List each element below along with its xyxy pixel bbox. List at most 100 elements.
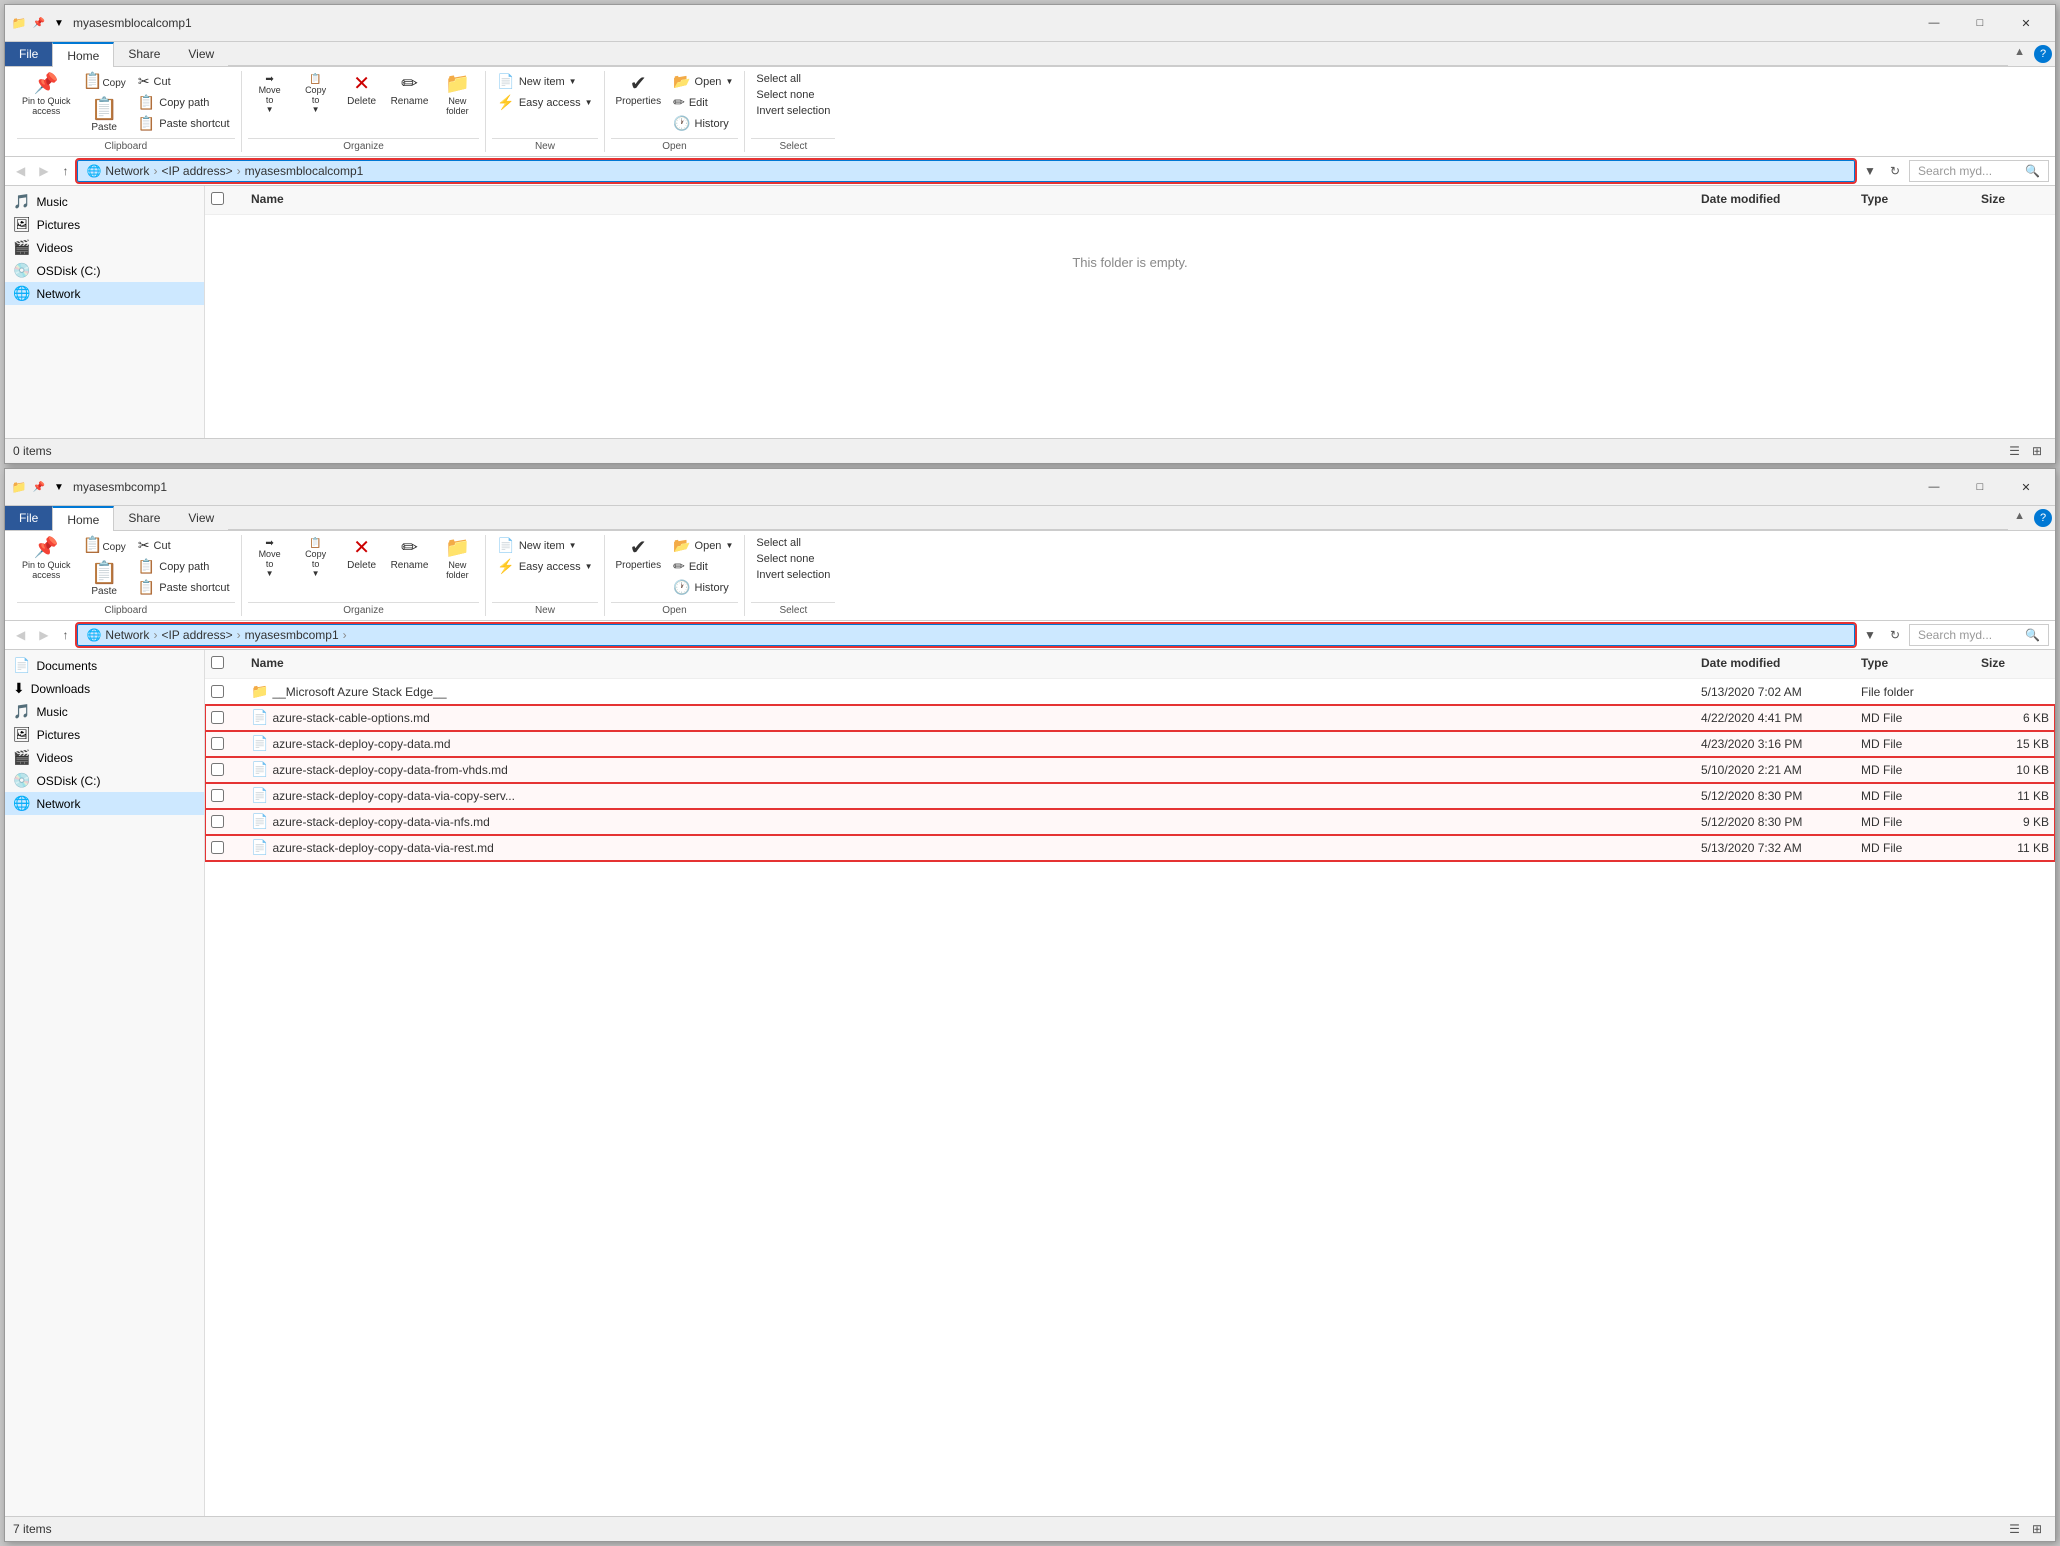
edit-btn-2[interactable]: ✏ Edit	[668, 556, 738, 577]
select-all-btn-1[interactable]: Select all	[751, 71, 835, 87]
address-path-2[interactable]: 🌐 Network › <IP address> › myasesmbcomp1…	[77, 624, 1855, 646]
copy-path-btn-1[interactable]: 📋 Copy path	[133, 92, 235, 113]
row-checkbox-4[interactable]	[205, 783, 245, 808]
help-icon-1[interactable]: ?	[2034, 45, 2052, 63]
sidebar-item-documents-2[interactable]: 📄 Documents	[5, 654, 204, 677]
col-name-2[interactable]: Name	[245, 654, 1695, 674]
copy-path-btn-2[interactable]: 📋 Copy path	[133, 556, 235, 577]
select-all-btn-2[interactable]: Select all	[751, 535, 835, 551]
history-btn-1[interactable]: 🕐 History	[668, 113, 738, 134]
view-list-btn-1[interactable]: ☰	[2004, 441, 2025, 461]
sidebar-item-videos-1[interactable]: 🎬 Videos	[5, 236, 204, 259]
copy-to-btn-1[interactable]: 📋 Copy to ▼	[294, 71, 338, 117]
address-path-1[interactable]: 🌐 Network › <IP address> › myasesmblocal…	[77, 160, 1855, 182]
row-checkbox-5[interactable]	[205, 809, 245, 834]
col-size-1[interactable]: Size	[1975, 190, 2055, 210]
table-row[interactable]: 📄 azure-stack-deploy-copy-data-from-vhds…	[205, 757, 2055, 783]
up-btn-2[interactable]: ↑	[57, 625, 73, 645]
row-checkbox-3[interactable]	[205, 757, 245, 782]
history-btn-2[interactable]: 🕐 History	[668, 577, 738, 598]
view-details-btn-1[interactable]: ⊞	[2027, 441, 2047, 461]
new-item-btn-1[interactable]: 📄 New item ▼	[492, 71, 597, 92]
row-checkbox-6[interactable]	[205, 835, 245, 860]
search-box-1[interactable]: Search myd... 🔍	[1909, 160, 2049, 182]
properties-btn-1[interactable]: ✔ Properties	[611, 71, 667, 110]
sidebar-item-osdisk-2[interactable]: 💿 OSDisk (C:)	[5, 769, 204, 792]
back-btn-1[interactable]: ◀	[11, 161, 30, 181]
table-row[interactable]: 📄 azure-stack-deploy-copy-data-via-copy-…	[205, 783, 2055, 809]
col-size-2[interactable]: Size	[1975, 654, 2055, 674]
col-date-1[interactable]: Date modified	[1695, 190, 1855, 210]
cut-btn-2[interactable]: ✂ Cut	[133, 535, 235, 556]
copy-btn-2[interactable]: 📋 Copy	[78, 535, 131, 559]
tab-view-1[interactable]: View	[174, 42, 228, 66]
edit-btn-1[interactable]: ✏ Edit	[668, 92, 738, 113]
forward-btn-2[interactable]: ▶	[34, 625, 53, 645]
maximize-button-1[interactable]: □	[1957, 9, 2003, 37]
row-checkbox-2[interactable]	[205, 731, 245, 756]
col-type-1[interactable]: Type	[1855, 190, 1975, 210]
back-btn-2[interactable]: ◀	[11, 625, 30, 645]
table-row[interactable]: 📄 azure-stack-deploy-copy-data-via-rest.…	[205, 835, 2055, 861]
sidebar-item-network-2[interactable]: 🌐 Network	[5, 792, 204, 815]
cut-btn-1[interactable]: ✂ Cut	[133, 71, 235, 92]
sidebar-item-osdisk-1[interactable]: 💿 OSDisk (C:)	[5, 259, 204, 282]
delete-btn-2[interactable]: ✕ Delete	[340, 535, 384, 574]
copy-btn-1[interactable]: 📋 Copy	[78, 71, 131, 95]
easy-access-btn-2[interactable]: ⚡ Easy access ▼	[492, 556, 597, 577]
table-row[interactable]: 📄 azure-stack-deploy-copy-data.md 4/23/2…	[205, 731, 2055, 757]
minimize-button-1[interactable]: —	[1911, 9, 1957, 37]
row-checkbox-0[interactable]	[205, 679, 245, 704]
table-row[interactable]: 📁 __Microsoft Azure Stack Edge__ 5/13/20…	[205, 679, 2055, 705]
open-btn-1[interactable]: 📂 Open ▼	[668, 71, 738, 92]
col-date-2[interactable]: Date modified	[1695, 654, 1855, 674]
select-all-checkbox-1[interactable]	[211, 192, 224, 205]
tab-view-2[interactable]: View	[174, 506, 228, 530]
pin-quick-access-btn-2[interactable]: 📌 Pin to Quick access	[17, 535, 76, 583]
paste-btn-2[interactable]: 📋 Paste	[78, 559, 131, 600]
ribbon-collapse-2[interactable]: ▲	[2008, 506, 2031, 530]
sidebar-item-network-1[interactable]: 🌐 Network	[5, 282, 204, 305]
dropdown-btn-1[interactable]: ▼	[1859, 161, 1881, 181]
paste-btn-1[interactable]: 📋 Paste	[78, 95, 131, 136]
refresh-btn-2[interactable]: ↻	[1885, 625, 1905, 645]
help-icon-2[interactable]: ?	[2034, 509, 2052, 527]
paste-shortcut-btn-2[interactable]: 📋 Paste shortcut	[133, 577, 235, 598]
select-none-btn-2[interactable]: Select none	[751, 551, 835, 567]
rename-btn-2[interactable]: ✏ Rename	[386, 535, 434, 574]
view-list-btn-2[interactable]: ☰	[2004, 1519, 2025, 1539]
col-checkbox-1[interactable]	[205, 190, 245, 210]
move-to-btn-2[interactable]: ➡ Move to ▼	[248, 535, 292, 581]
close-button-2[interactable]: ✕	[2003, 473, 2049, 501]
new-folder-btn-2[interactable]: 📁 New folder	[435, 535, 479, 583]
table-row[interactable]: 📄 azure-stack-cable-options.md 4/22/2020…	[205, 705, 2055, 731]
new-folder-btn-1[interactable]: 📁 New folder	[435, 71, 479, 119]
paste-shortcut-btn-1[interactable]: 📋 Paste shortcut	[133, 113, 235, 134]
invert-selection-btn-2[interactable]: Invert selection	[751, 567, 835, 583]
tab-file-1[interactable]: File	[5, 42, 52, 66]
tab-share-1[interactable]: Share	[114, 42, 174, 66]
sidebar-item-pictures-2[interactable]: 🖼 Pictures	[5, 723, 204, 746]
properties-btn-2[interactable]: ✔ Properties	[611, 535, 667, 574]
tab-share-2[interactable]: Share	[114, 506, 174, 530]
row-checkbox-1[interactable]	[205, 705, 245, 730]
minimize-button-2[interactable]: —	[1911, 473, 1957, 501]
refresh-btn-1[interactable]: ↻	[1885, 161, 1905, 181]
select-none-btn-1[interactable]: Select none	[751, 87, 835, 103]
ribbon-collapse-1[interactable]: ▲	[2008, 42, 2031, 66]
sidebar-item-pictures-1[interactable]: 🖼 Pictures	[5, 213, 204, 236]
col-checkbox-2[interactable]	[205, 654, 245, 674]
col-name-1[interactable]: Name	[245, 190, 1695, 210]
sidebar-item-music-2[interactable]: 🎵 Music	[5, 700, 204, 723]
delete-btn-1[interactable]: ✕ Delete	[340, 71, 384, 110]
forward-btn-1[interactable]: ▶	[34, 161, 53, 181]
new-item-btn-2[interactable]: 📄 New item ▼	[492, 535, 597, 556]
open-btn-2[interactable]: 📂 Open ▼	[668, 535, 738, 556]
sidebar-item-videos-2[interactable]: 🎬 Videos	[5, 746, 204, 769]
move-to-btn-1[interactable]: ➡ Move to ▼	[248, 71, 292, 117]
col-type-2[interactable]: Type	[1855, 654, 1975, 674]
close-button-1[interactable]: ✕	[2003, 9, 2049, 37]
view-details-btn-2[interactable]: ⊞	[2027, 1519, 2047, 1539]
rename-btn-1[interactable]: ✏ Rename	[386, 71, 434, 110]
select-all-checkbox-2[interactable]	[211, 656, 224, 669]
